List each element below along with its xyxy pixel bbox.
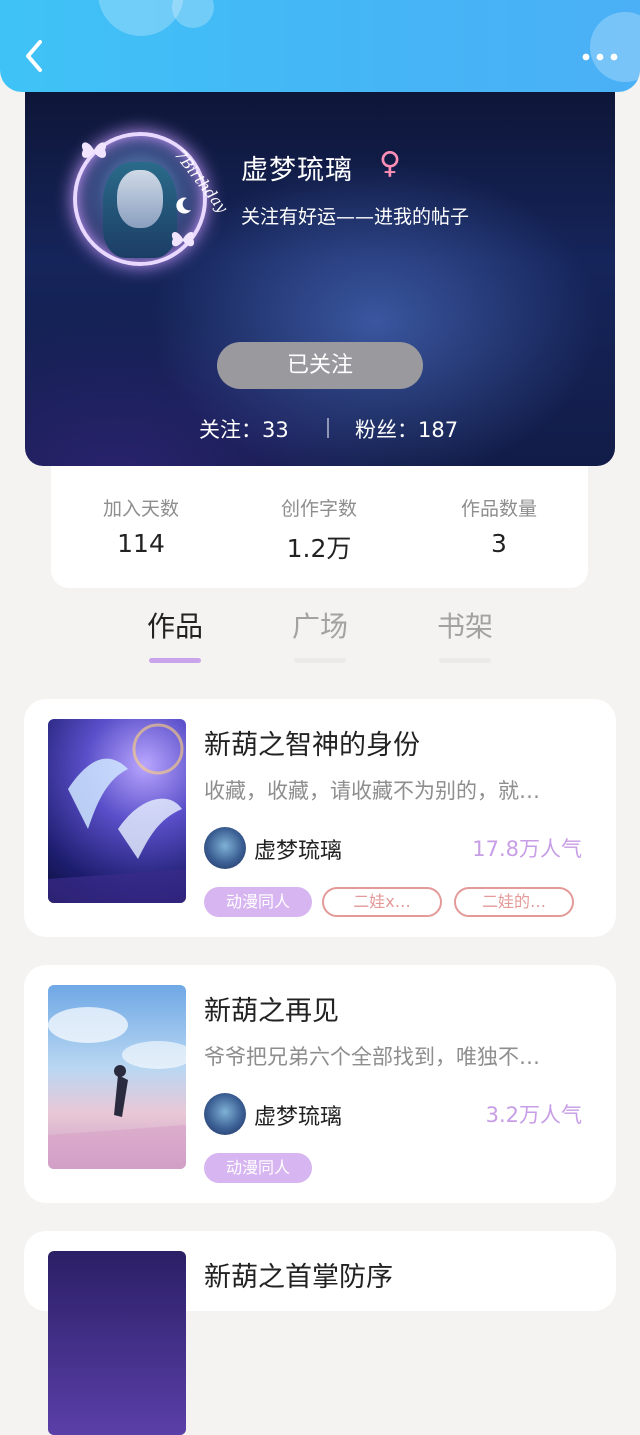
tag[interactable]: 二娃的… — [454, 887, 574, 917]
tab-label: 广场 — [291, 610, 348, 643]
work-card[interactable]: 新葫之再见 爷爷把兄弟六个全部找到，唯独不… 虚梦琉璃 3.2万人气 动漫同人 — [24, 965, 616, 1203]
author-avatar — [204, 1093, 246, 1135]
work-cover — [48, 719, 186, 903]
popularity: 17.8万人气 — [472, 837, 582, 861]
back-chevron-icon — [26, 40, 42, 72]
profile-header: 7Birthday 虚梦琉璃 ♀ 关注有好运——进我的帖子 已关注 关注：33 … — [25, 92, 615, 466]
top-bar — [0, 0, 640, 92]
stat-value: 114 — [117, 529, 165, 558]
tab-indicator — [294, 658, 346, 663]
tab-square[interactable]: 广场 — [260, 605, 380, 663]
work-card[interactable]: 新葫之首掌防序 — [24, 1231, 616, 1435]
tag[interactable]: 动漫同人 — [204, 887, 312, 917]
tab-indicator — [149, 658, 201, 663]
stat-label: 加入天数 — [102, 498, 179, 520]
user-bio: 关注有好运——进我的帖子 — [241, 206, 470, 228]
work-description: 收藏，收藏，请收藏不为别的，就… — [204, 779, 540, 803]
stat-value: 1.2万 — [286, 534, 352, 563]
following-count[interactable]: 关注：33 — [199, 414, 289, 444]
stat-join-days: 加入天数 114 — [51, 494, 231, 558]
figure-illustration — [48, 1007, 186, 1169]
stat-value: 3 — [491, 529, 507, 558]
tab-bookshelf[interactable]: 书架 — [405, 605, 525, 663]
author-name: 虚梦琉璃 — [254, 839, 343, 864]
butterfly-icon — [171, 232, 195, 247]
work-title: 新葫之首掌防序 — [204, 1262, 393, 1293]
tab-label: 作品 — [146, 610, 203, 643]
back-button[interactable] — [18, 36, 50, 76]
female-icon: ♀ — [379, 146, 401, 181]
bird-illustration — [48, 723, 186, 903]
work-description: 爷爷把兄弟六个全部找到，唯独不… — [204, 1045, 540, 1069]
stat-works-count: 作品数量 3 — [409, 494, 589, 558]
divider — [327, 418, 329, 438]
moon-icon — [176, 197, 191, 214]
stat-label: 创作字数 — [280, 498, 357, 520]
avatar-face — [117, 170, 163, 228]
tab-indicator — [439, 658, 491, 663]
tab-label: 书架 — [436, 610, 493, 643]
more-dots-icon — [582, 53, 618, 61]
followers-count[interactable]: 粉丝：187 — [355, 414, 458, 444]
work-title: 新葫之再见 — [204, 996, 339, 1027]
author-avatar — [204, 827, 246, 869]
avatar[interactable]: 7Birthday — [73, 132, 231, 266]
popularity: 3.2万人气 — [485, 1103, 582, 1127]
more-button[interactable] — [580, 48, 620, 66]
decor-bubble — [590, 12, 640, 82]
tag[interactable]: 二娃x… — [322, 887, 442, 917]
work-title: 新葫之智神的身份 — [204, 730, 420, 761]
work-cover — [48, 985, 186, 1169]
butterfly-icon — [81, 142, 107, 158]
author-name: 虚梦琉璃 — [254, 1105, 343, 1130]
tag[interactable]: 动漫同人 — [204, 1153, 312, 1183]
stat-word-count: 创作字数 1.2万 — [229, 494, 409, 565]
follow-button[interactable]: 已关注 — [217, 342, 423, 389]
work-cover — [48, 1251, 186, 1435]
work-card[interactable]: 新葫之智神的身份 收藏，收藏，请收藏不为别的，就… 虚梦琉璃 17.8万人气 动… — [24, 699, 616, 937]
decor-bubble — [172, 0, 214, 28]
tab-works[interactable]: 作品 — [115, 605, 235, 663]
user-name: 虚梦琉璃 — [241, 155, 353, 186]
stats-card: 加入天数 114 创作字数 1.2万 作品数量 3 — [51, 466, 588, 588]
stat-label: 作品数量 — [460, 498, 537, 520]
